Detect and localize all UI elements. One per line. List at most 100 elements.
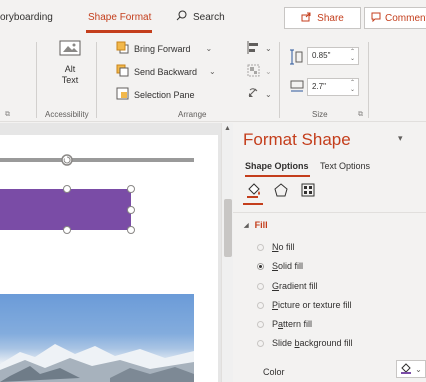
alt-text-button[interactable]: Alt Text [52, 40, 88, 96]
radio-pattern-fill[interactable]: Pattern fill [257, 319, 312, 329]
group-launcher-icon[interactable]: ⧉ [5, 111, 10, 119]
resize-handle[interactable] [63, 185, 71, 193]
send-backward-button[interactable]: Send Backward ⌄ [116, 64, 216, 79]
share-label: Share [317, 12, 344, 24]
comments-label: Comments [385, 12, 426, 24]
comment-icon [371, 12, 381, 25]
option-label: Gradient fill [272, 281, 318, 291]
search-box[interactable]: Search [176, 10, 225, 24]
width-icon [290, 79, 304, 95]
option-label: Slide background fill [272, 338, 353, 348]
rotate-icon [247, 87, 260, 102]
rotate-handle-icon[interactable] [60, 153, 74, 169]
shape-height-input[interactable]: 0.85" ⌃ ⌄ [307, 47, 359, 65]
resize-handle[interactable] [63, 226, 71, 234]
fill-color-picker[interactable]: ⌄ [396, 360, 426, 378]
group-objects-icon [247, 64, 260, 79]
spinner-arrows-icon[interactable]: ⌃ ⌄ [350, 80, 355, 94]
share-icon [301, 11, 312, 25]
spinner-arrows-icon[interactable]: ⌃ ⌄ [350, 49, 355, 63]
mountain-image [0, 344, 194, 382]
effects-icon[interactable] [272, 181, 290, 199]
radio-no-fill[interactable]: No fill [257, 242, 295, 252]
resize-handle[interactable] [127, 226, 135, 234]
radio-solid-fill[interactable]: Solid fill [257, 261, 303, 271]
resize-handle[interactable] [127, 185, 135, 193]
radio-button[interactable] [257, 282, 264, 290]
mountain-photo[interactable] [0, 294, 194, 382]
ribbon-separator [279, 42, 280, 118]
shape-width-input[interactable]: 2.7" ⌃ ⌄ [307, 78, 359, 96]
option-label: Pattern fill [272, 319, 313, 329]
pane-options-icon[interactable]: ▾ [398, 133, 403, 144]
pane-tab-indicator [245, 175, 310, 177]
alt-text-icon [59, 40, 81, 60]
ribbon-separator [96, 42, 97, 118]
option-label: Solid fill [272, 261, 304, 271]
purple-rectangle-shape[interactable] [0, 189, 131, 230]
chevron-down-icon: ⌄ [265, 67, 272, 76]
search-label: Search [193, 11, 225, 23]
align-icon [247, 41, 260, 56]
pane-divider [233, 212, 426, 213]
radio-button-selected[interactable] [257, 262, 264, 270]
radio-gradient-fill[interactable]: Gradient fill [257, 281, 318, 291]
fill-section-header[interactable]: ◢ Fill [244, 220, 268, 230]
category-indicator [243, 203, 263, 205]
tab-text-options[interactable]: Text Options [320, 161, 370, 171]
vertical-scrollbar[interactable]: ▲ [221, 123, 233, 382]
chevron-down-icon: ⌄ [265, 44, 272, 53]
arrange-group-label: Arrange [178, 110, 207, 119]
tab-shape-format[interactable]: Shape Format [88, 12, 151, 23]
bring-forward-icon [116, 41, 129, 56]
radio-button[interactable] [257, 320, 264, 328]
chevron-down-icon: ⌄ [265, 90, 272, 99]
alt-text-label-line2: Text [61, 75, 79, 85]
height-icon [290, 49, 303, 67]
selection-pane-icon [116, 87, 129, 102]
bring-forward-button[interactable]: Bring Forward ⌄ [116, 41, 212, 56]
connector-line[interactable] [0, 158, 194, 162]
shape-height-value: 0.85" [312, 51, 331, 60]
share-button[interactable]: Share [284, 7, 361, 29]
color-label: Color [263, 367, 285, 377]
radio-button[interactable] [257, 339, 264, 347]
group-objects-button[interactable]: ⌄ [247, 64, 272, 79]
radio-picture-fill[interactable]: Picture or texture fill [257, 300, 352, 310]
ribbon-separator [36, 42, 37, 118]
accessibility-group-label: Accessibility [45, 110, 89, 119]
size-group-label: Size [312, 110, 328, 119]
resize-handle[interactable] [127, 206, 135, 214]
send-backward-label: Send Backward [134, 66, 198, 77]
shape-width-value: 2.7" [312, 82, 326, 91]
radio-slide-background-fill[interactable]: Slide background fill [257, 338, 353, 348]
chevron-down-icon[interactable]: ⌄ [206, 44, 213, 53]
ribbon-separator [368, 42, 369, 118]
fill-line-icon[interactable] [245, 181, 263, 199]
scrollbar-thumb[interactable] [224, 199, 232, 257]
selection-pane-button[interactable]: Selection Pane [116, 87, 195, 102]
paint-bucket-icon [400, 362, 412, 376]
size-properties-icon[interactable] [299, 181, 317, 199]
size-launcher-icon[interactable]: ⧉ [358, 111, 363, 119]
radio-button[interactable] [257, 301, 264, 309]
bring-forward-label: Bring Forward [134, 43, 191, 54]
tab-storyboarding[interactable]: oryboarding [0, 12, 53, 23]
send-backward-icon [116, 64, 129, 79]
rotate-button[interactable]: ⌄ [247, 87, 272, 102]
scroll-up-icon[interactable]: ▲ [224, 125, 231, 132]
comments-button[interactable]: Comments [364, 7, 426, 29]
format-shape-pane: Format Shape ▾ Shape Options Text Option… [233, 123, 426, 382]
active-tab-indicator [86, 30, 152, 33]
tab-shape-options[interactable]: Shape Options [245, 161, 309, 171]
option-label: Picture or texture fill [272, 300, 352, 310]
chevron-down-icon[interactable]: ⌄ [209, 67, 216, 76]
ribbon: Alt Text ⧉ Accessibility Bring Forward ⌄… [0, 36, 426, 122]
option-label: No fill [272, 242, 295, 252]
align-button[interactable]: ⌄ [247, 41, 272, 56]
radio-button[interactable] [257, 243, 264, 251]
chevron-down-icon: ⌄ [415, 364, 422, 374]
alt-text-label-line1: Alt [64, 64, 76, 74]
collapse-triangle-icon: ◢ [244, 222, 249, 229]
search-icon [176, 10, 187, 24]
